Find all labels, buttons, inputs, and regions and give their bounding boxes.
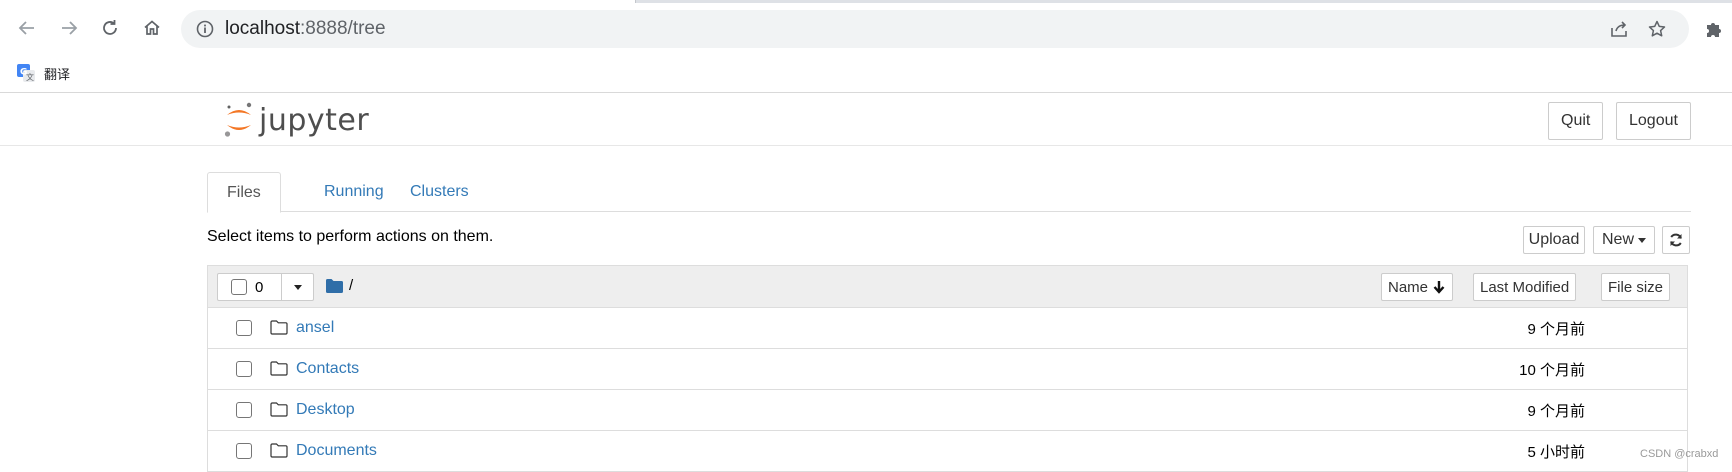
arrow-down-icon bbox=[1433, 281, 1445, 294]
row-checkbox[interactable] bbox=[236, 361, 252, 377]
new-label: New bbox=[1601, 231, 1634, 248]
row-checkbox[interactable] bbox=[236, 443, 252, 459]
back-arrow-icon bbox=[18, 21, 34, 35]
jupyter-logo-icon bbox=[224, 102, 252, 137]
forward-button[interactable] bbox=[52, 11, 86, 45]
folder-icon bbox=[270, 361, 288, 376]
refresh-icon bbox=[1670, 233, 1682, 247]
file-list: 0 / Name Last Modified File size ansel 9… bbox=[207, 265, 1688, 472]
folder-icon[interactable] bbox=[326, 278, 343, 293]
tab-files[interactable]: Files bbox=[207, 172, 281, 213]
jupyter-logo[interactable]: jupyter bbox=[223, 100, 369, 140]
select-all-checkbox[interactable] bbox=[231, 279, 247, 295]
extensions-puzzle-icon[interactable] bbox=[1704, 18, 1726, 40]
folder-icon bbox=[270, 443, 288, 458]
row-checkbox[interactable] bbox=[236, 402, 252, 418]
bookmark-label: 翻译 bbox=[44, 66, 71, 82]
select-all-group: 0 bbox=[217, 273, 314, 301]
folder-icon bbox=[270, 402, 288, 417]
sort-by-last-modified-button[interactable]: Last Modified bbox=[1473, 273, 1577, 301]
bookmark-translate[interactable]: G文 翻译 bbox=[16, 59, 70, 87]
star-icon bbox=[1648, 20, 1666, 37]
selected-count: 0 bbox=[255, 278, 264, 296]
file-name-link[interactable]: Desktop bbox=[296, 401, 355, 419]
breadcrumb-root[interactable]: / bbox=[349, 277, 353, 294]
list-item[interactable]: ansel 9 个月前 bbox=[208, 308, 1687, 349]
caret-down-icon bbox=[1638, 237, 1646, 243]
instructions-text: Select items to perform actions on them. bbox=[207, 228, 494, 245]
google-translate-icon: G文 bbox=[17, 64, 35, 82]
last-modified: 10 个月前 bbox=[1519, 362, 1585, 379]
forward-arrow-icon bbox=[62, 21, 78, 35]
sort-by-name-button[interactable]: Name bbox=[1381, 273, 1454, 301]
breadcrumb: / bbox=[326, 277, 353, 294]
row-checkbox[interactable] bbox=[236, 320, 252, 336]
back-button[interactable] bbox=[10, 11, 44, 45]
file-list-header: 0 / Name Last Modified File size bbox=[208, 266, 1687, 308]
caret-down-icon bbox=[293, 284, 302, 290]
last-modified: 9 个月前 bbox=[1527, 403, 1585, 420]
svg-text:文: 文 bbox=[26, 72, 34, 82]
url-text[interactable]: localhost:8888/tree bbox=[225, 19, 386, 39]
browser-toolbar: localhost:8888/tree bbox=[0, 3, 1732, 53]
home-icon bbox=[144, 20, 160, 35]
select-all-toggle[interactable]: 0 bbox=[218, 274, 282, 300]
last-modified: 5 小时前 bbox=[1527, 444, 1585, 461]
file-name-link[interactable]: ansel bbox=[296, 319, 334, 337]
jupyter-header: jupyter Quit Logout bbox=[0, 93, 1732, 146]
notebook-tabs: Files Running Clusters bbox=[207, 172, 1691, 213]
reload-button[interactable] bbox=[93, 11, 127, 45]
info-icon[interactable] bbox=[195, 19, 215, 39]
logout-button[interactable]: Logout bbox=[1616, 102, 1691, 140]
new-dropdown-button[interactable]: New bbox=[1593, 226, 1655, 254]
url-path: :8888/tree bbox=[300, 18, 386, 39]
sort-by-file-size-button[interactable]: File size bbox=[1601, 273, 1671, 301]
name-column-label: Name bbox=[1388, 278, 1429, 296]
tab-running[interactable]: Running bbox=[305, 172, 403, 212]
jupyter-wordmark: jupyter bbox=[259, 102, 370, 138]
list-item[interactable]: Documents 5 小时前 bbox=[208, 431, 1687, 472]
list-item[interactable]: Desktop 9 个月前 bbox=[208, 390, 1687, 431]
quit-button[interactable]: Quit bbox=[1548, 102, 1604, 140]
watermark: CSDN @crabxd bbox=[1640, 448, 1719, 460]
share-button[interactable] bbox=[1608, 18, 1630, 40]
select-menu-button[interactable] bbox=[282, 274, 313, 300]
bookmark-star-button[interactable] bbox=[1646, 18, 1668, 40]
folder-icon bbox=[270, 320, 288, 335]
bookmarks-bar: G文 翻译 bbox=[0, 53, 1732, 93]
list-item[interactable]: Contacts 10 个月前 bbox=[208, 349, 1687, 390]
file-name-link[interactable]: Contacts bbox=[296, 360, 359, 378]
address-bar[interactable]: localhost:8888/tree bbox=[181, 10, 1689, 48]
url-host: localhost bbox=[225, 18, 300, 39]
share-icon bbox=[1611, 21, 1627, 37]
last-modified: 9 个月前 bbox=[1527, 321, 1585, 338]
upload-button[interactable]: Upload bbox=[1523, 226, 1585, 254]
home-button[interactable] bbox=[135, 11, 169, 45]
file-name-link[interactable]: Documents bbox=[296, 442, 377, 460]
reload-icon bbox=[103, 20, 117, 35]
refresh-button[interactable] bbox=[1662, 226, 1690, 254]
tab-clusters[interactable]: Clusters bbox=[391, 172, 488, 212]
